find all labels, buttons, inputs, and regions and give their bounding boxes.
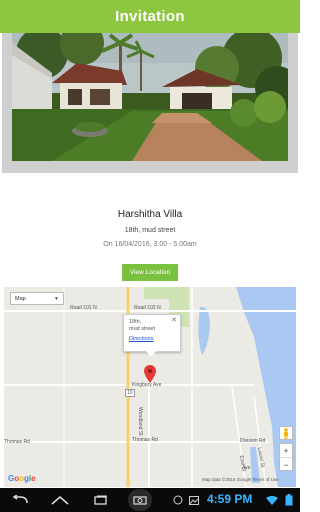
road-label: Division Rd bbox=[240, 438, 266, 444]
gallery-icon bbox=[188, 492, 200, 508]
back-icon[interactable] bbox=[10, 492, 30, 508]
event-date: On 16/04/2016, 3.00 - 5.00am bbox=[103, 241, 197, 248]
wifi-icon bbox=[266, 492, 278, 508]
zoom-in-button[interactable]: + bbox=[280, 444, 292, 458]
zoom-out-button[interactable]: − bbox=[280, 458, 292, 472]
info-address-line1: 18th, bbox=[129, 319, 142, 325]
route-shield: 10 bbox=[125, 389, 135, 397]
zoom-control: + − bbox=[279, 443, 293, 471]
system-nav-bar: 4:59 PM bbox=[0, 488, 300, 512]
info-window-tail bbox=[146, 351, 156, 357]
directions-link[interactable]: Directions bbox=[129, 336, 175, 342]
road-label: Thomas Rd bbox=[4, 439, 30, 445]
map-type-selector[interactable]: Map ▼ bbox=[10, 292, 64, 305]
road-label: Woodland St bbox=[137, 407, 143, 436]
map-pin-icon[interactable] bbox=[144, 365, 156, 383]
google-logo: Google bbox=[8, 474, 36, 483]
page-title: Invitation bbox=[115, 8, 185, 25]
screen: Invitation Harshitha Villa 18th, mud str… bbox=[0, 0, 300, 512]
street-view-pegman-icon[interactable] bbox=[279, 426, 293, 440]
home-icon[interactable] bbox=[50, 492, 70, 508]
villa-photo bbox=[12, 33, 288, 161]
villa-address: 18th, mud street bbox=[124, 227, 176, 234]
app-bar: Invitation bbox=[0, 0, 300, 33]
view-location-button[interactable]: View Location bbox=[122, 264, 178, 281]
villa-name: Harshitha Villa bbox=[117, 209, 183, 220]
map-info-window: 18th, mud street Directions ✕ bbox=[123, 314, 181, 352]
recent-apps-icon[interactable] bbox=[92, 492, 110, 508]
road-label: Road 102 N bbox=[134, 305, 161, 311]
close-icon[interactable]: ✕ bbox=[171, 316, 177, 324]
map-attribution: Map data ©2016 Google Terms of Use bbox=[202, 477, 279, 482]
status-clock: 4:59 PM bbox=[207, 492, 253, 506]
chevron-down-icon: ▼ bbox=[54, 295, 59, 302]
whatsapp-icon bbox=[172, 492, 184, 508]
road-label: Thomas Rd bbox=[132, 437, 158, 443]
villa-photo-illustration bbox=[12, 33, 288, 161]
info-address-line2: mud street bbox=[129, 326, 155, 332]
map-view[interactable]: Road 101 N Road 102 N Kingbury Ave Woodl… bbox=[4, 287, 296, 487]
screenshot-icon[interactable] bbox=[128, 489, 152, 511]
road-label: Road 101 N bbox=[70, 305, 97, 311]
battery-icon bbox=[283, 492, 295, 508]
map-type-label: Map bbox=[15, 295, 26, 302]
villa-photo-frame bbox=[2, 33, 298, 173]
